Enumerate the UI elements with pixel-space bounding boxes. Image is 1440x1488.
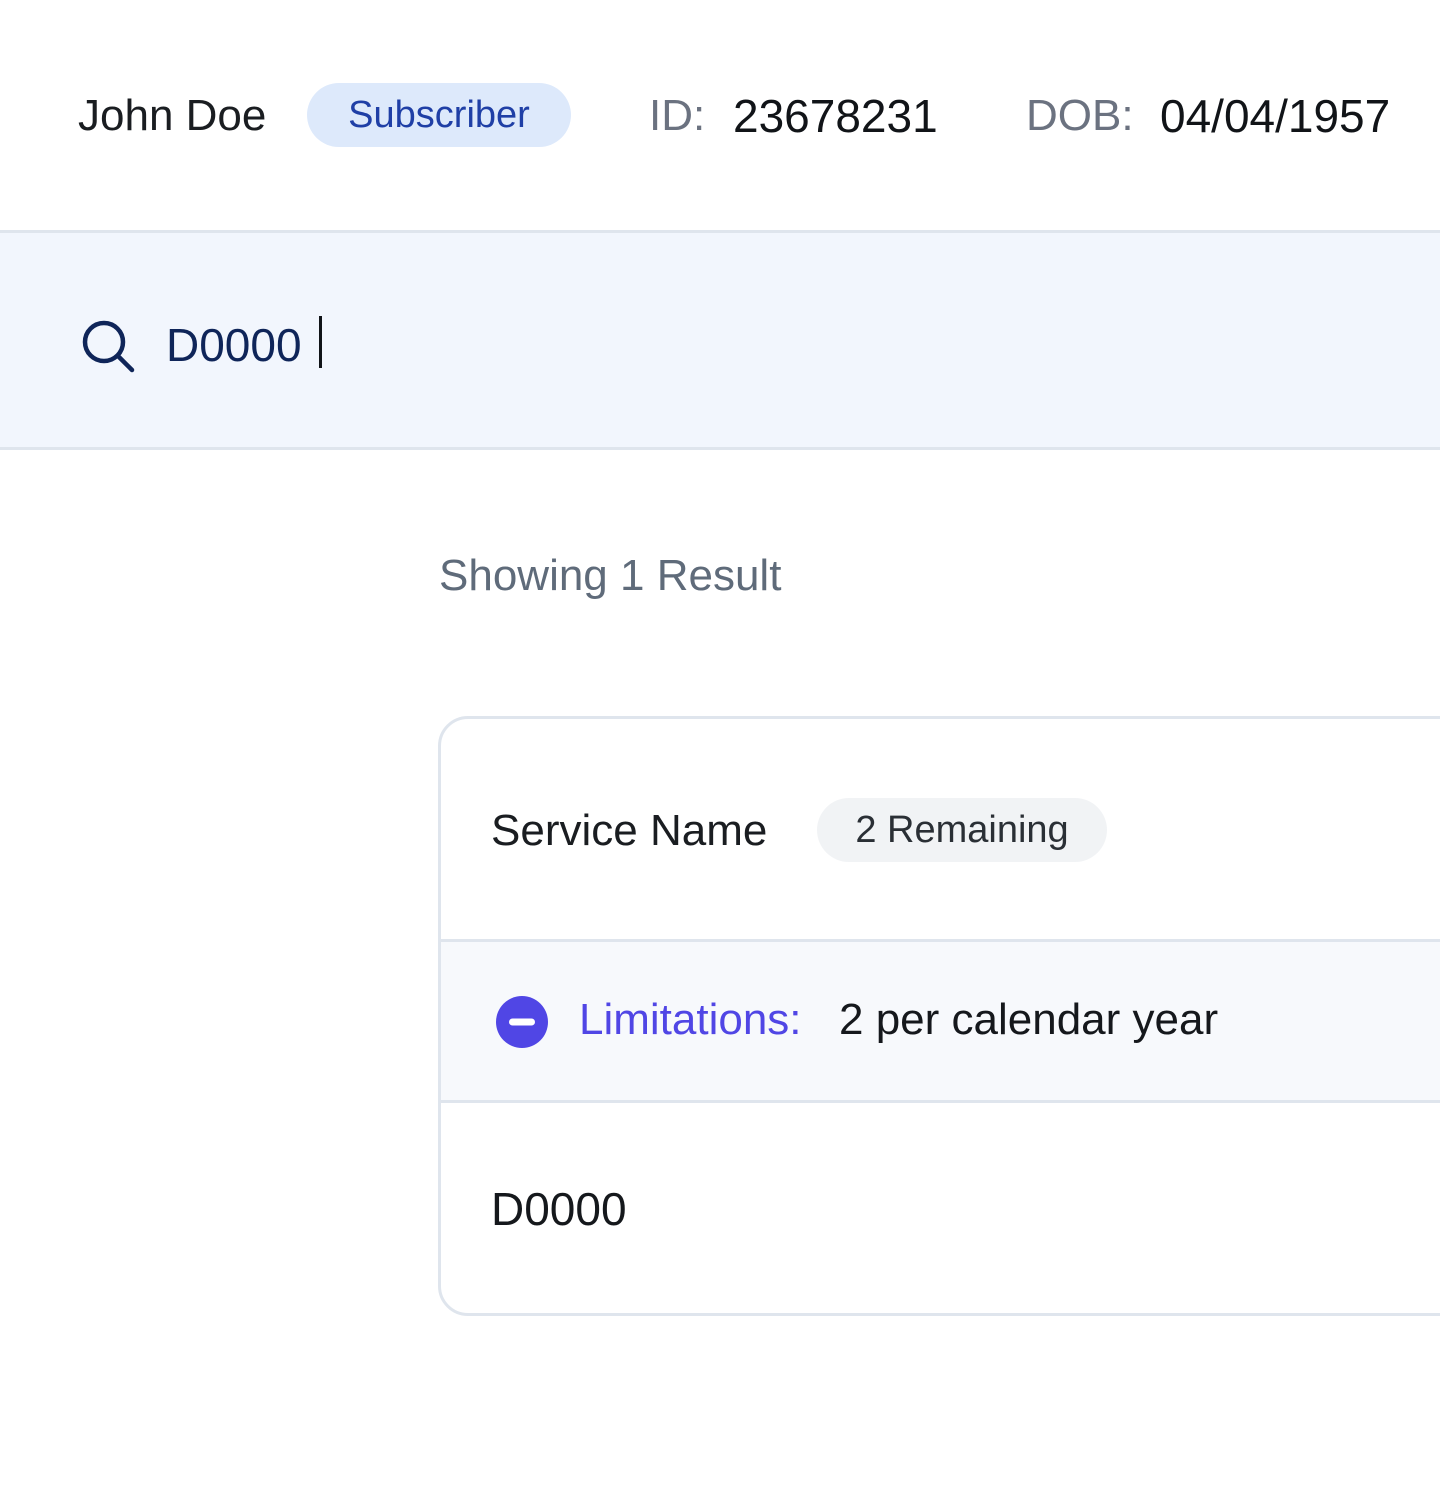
result-count: Showing 1 Result xyxy=(439,551,782,600)
member-id-value: 23678231 xyxy=(733,90,938,142)
limitations-label: Limitations: xyxy=(579,995,802,1044)
role-badge: Subscriber xyxy=(307,83,571,147)
dob-value: 04/04/1957 xyxy=(1160,90,1391,142)
service-name: Service Name xyxy=(491,806,768,855)
member-name: John Doe xyxy=(78,91,267,140)
member-header: John Doe Subscriber ID: 23678231 DOB: 04… xyxy=(0,0,1440,230)
search-bar xyxy=(0,230,1440,450)
search-input[interactable] xyxy=(166,313,1366,377)
limitations-row: Limitations: 2 per calendar year xyxy=(441,939,1440,1103)
minus-circle-icon xyxy=(495,995,549,1049)
service-code: D0000 xyxy=(491,1183,627,1235)
service-result-card[interactable]: Service Name 2 Remaining Limitations: 2 … xyxy=(438,716,1440,1316)
service-code-row: D0000 xyxy=(441,1103,1440,1313)
search-icon xyxy=(80,318,136,374)
text-cursor xyxy=(319,316,322,368)
member-id-label: ID: xyxy=(649,91,706,140)
page: John Doe Subscriber ID: 23678231 DOB: 04… xyxy=(0,0,1440,1488)
card-header: Service Name 2 Remaining xyxy=(441,719,1440,939)
dob-label: DOB: xyxy=(1026,91,1134,140)
remaining-badge: 2 Remaining xyxy=(817,798,1107,862)
limitations-value: 2 per calendar year xyxy=(839,995,1219,1044)
